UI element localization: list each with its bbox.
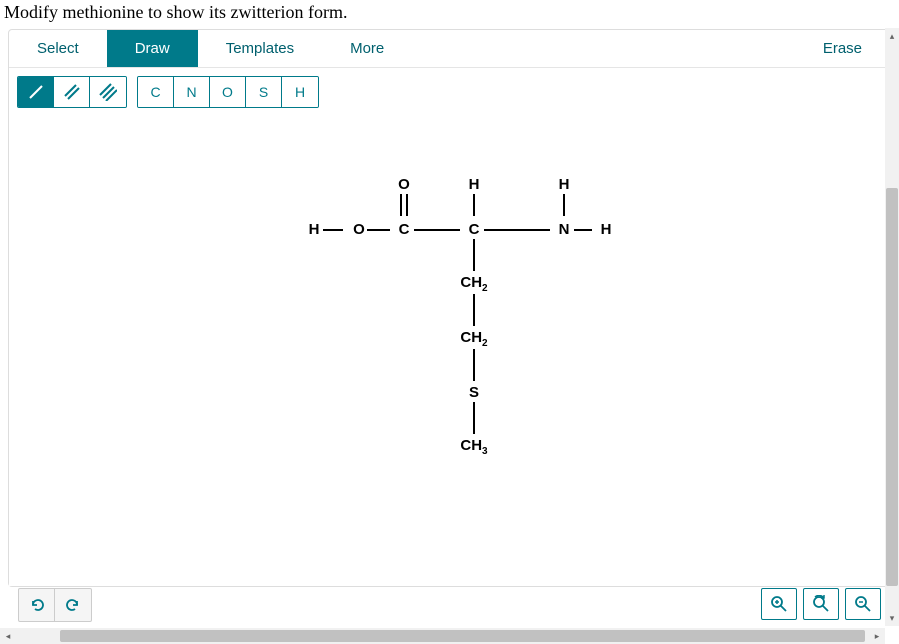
scroll-right-arrow[interactable]: ▸ <box>869 628 885 644</box>
horizontal-scroll-thumb[interactable] <box>60 630 865 642</box>
single-bond-icon <box>27 83 45 101</box>
undo-button[interactable] <box>19 589 55 621</box>
bond-c-o-double-2[interactable] <box>406 194 408 216</box>
bond-s-ch3[interactable] <box>473 402 475 434</box>
atom-h-nright[interactable]: H <box>591 221 621 238</box>
redo-button[interactable] <box>55 589 91 621</box>
tab-more[interactable]: More <box>322 30 412 67</box>
zoom-in-button[interactable] <box>761 588 797 620</box>
bond-ch2-s[interactable] <box>473 349 475 381</box>
double-bond-tool[interactable] <box>54 77 90 107</box>
bond-o-c[interactable] <box>367 229 390 231</box>
bond-c-h-alpha[interactable] <box>473 194 475 216</box>
tab-erase[interactable]: Erase <box>795 30 890 67</box>
zoom-out-icon <box>854 595 872 613</box>
scroll-up-arrow[interactable]: ▴ <box>885 28 899 44</box>
tool-row: C N O S H <box>9 68 890 116</box>
drawing-canvas[interactable]: O H H H O C C N H CH2 CH2 <box>9 116 890 586</box>
bond-c-c[interactable] <box>414 229 460 231</box>
atom-h-ntop[interactable]: H <box>549 176 579 193</box>
atom-o-top[interactable]: O <box>389 176 419 193</box>
scroll-left-arrow[interactable]: ◂ <box>0 628 16 644</box>
bond-c-o-double-1[interactable] <box>400 194 402 216</box>
single-bond-tool[interactable] <box>18 77 54 107</box>
double-bond-icon <box>63 83 81 101</box>
editor-panel: Select Draw Templates More Erase C N O S… <box>8 29 891 587</box>
tab-row: Select Draw Templates More Erase <box>9 30 890 68</box>
tab-templates[interactable]: Templates <box>198 30 322 67</box>
zoom-group <box>761 588 881 622</box>
atom-ch2-1[interactable]: CH2 <box>459 274 489 294</box>
bond-c-n[interactable] <box>484 229 550 231</box>
triple-bond-icon <box>99 83 117 101</box>
redo-icon <box>65 597 81 613</box>
bond-n-h-top[interactable] <box>563 194 565 216</box>
atom-s[interactable]: S <box>459 384 489 401</box>
atom-o-button[interactable]: O <box>210 77 246 107</box>
zoom-out-button[interactable] <box>845 588 881 620</box>
atom-tool-group: C N O S H <box>137 76 319 108</box>
bond-h-o[interactable] <box>323 229 343 231</box>
scroll-down-arrow[interactable]: ▾ <box>885 610 899 626</box>
triple-bond-tool[interactable] <box>90 77 126 107</box>
undo-redo-group <box>18 588 92 622</box>
atom-ch2-2[interactable]: CH2 <box>459 329 489 349</box>
atom-s-button[interactable]: S <box>246 77 282 107</box>
question-text: Modify methionine to show its zwitterion… <box>0 0 899 29</box>
bond-c-ch2-1[interactable] <box>473 239 475 271</box>
zoom-in-icon <box>770 595 788 613</box>
undo-icon <box>29 597 45 613</box>
bond-tool-group <box>17 76 127 108</box>
bond-n-h-right[interactable] <box>574 229 592 231</box>
atom-c-button[interactable]: C <box>138 77 174 107</box>
atom-ch3[interactable]: CH3 <box>459 437 489 457</box>
atom-h-alpha[interactable]: H <box>459 176 489 193</box>
bottom-controls <box>18 588 881 622</box>
atom-h-button[interactable]: H <box>282 77 318 107</box>
zoom-reset-button[interactable] <box>803 588 839 620</box>
tab-draw[interactable]: Draw <box>107 30 198 67</box>
zoom-reset-icon <box>812 595 830 613</box>
atom-n-button[interactable]: N <box>174 77 210 107</box>
horizontal-scrollbar[interactable]: ◂ ▸ <box>0 628 885 644</box>
vertical-scrollbar[interactable]: ▴ ▾ <box>885 28 899 626</box>
vertical-scroll-thumb[interactable] <box>886 188 898 586</box>
bond-ch2-ch2[interactable] <box>473 294 475 326</box>
tab-select[interactable]: Select <box>9 30 107 67</box>
